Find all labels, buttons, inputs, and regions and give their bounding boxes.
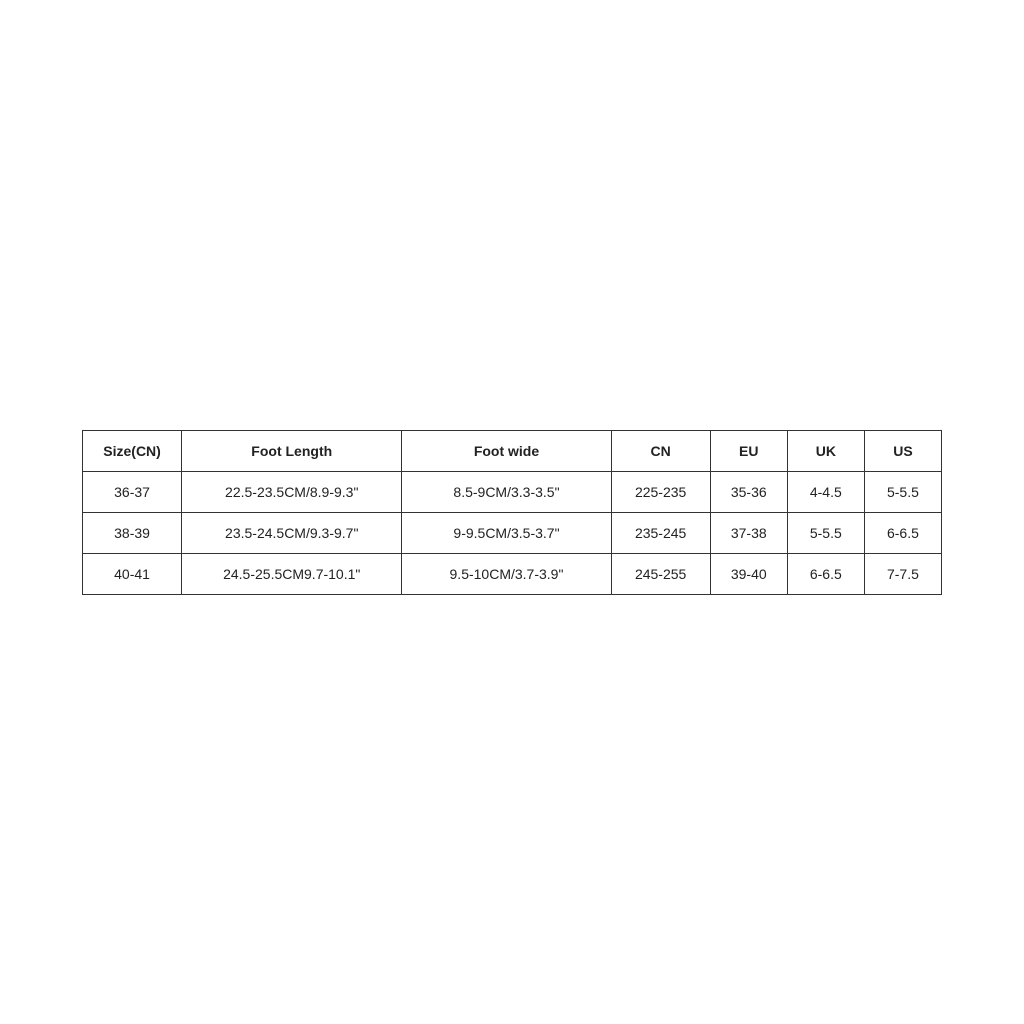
header-foot-length: Foot Length — [182, 430, 402, 471]
cell-size-cn: 36-37 — [83, 471, 182, 512]
cell-cn: 245-255 — [611, 553, 710, 594]
size-chart-table: Size(CN) Foot Length Foot wide CN EU UK … — [82, 430, 942, 595]
cell-size-cn: 38-39 — [83, 512, 182, 553]
cell-uk: 4-4.5 — [787, 471, 864, 512]
cell-eu: 39-40 — [710, 553, 787, 594]
header-uk: UK — [787, 430, 864, 471]
cell-foot-wide: 9.5-10CM/3.7-3.9" — [402, 553, 611, 594]
cell-foot-length: 24.5-25.5CM9.7-10.1" — [182, 553, 402, 594]
header-cn: CN — [611, 430, 710, 471]
cell-size-cn: 40-41 — [83, 553, 182, 594]
cell-foot-length: 23.5-24.5CM/9.3-9.7" — [182, 512, 402, 553]
cell-cn: 225-235 — [611, 471, 710, 512]
header-foot-wide: Foot wide — [402, 430, 611, 471]
cell-foot-length: 22.5-23.5CM/8.9-9.3" — [182, 471, 402, 512]
cell-eu: 37-38 — [710, 512, 787, 553]
table-row: 36-3722.5-23.5CM/8.9-9.3"8.5-9CM/3.3-3.5… — [83, 471, 942, 512]
cell-eu: 35-36 — [710, 471, 787, 512]
cell-us: 6-6.5 — [864, 512, 941, 553]
table-header-row: Size(CN) Foot Length Foot wide CN EU UK … — [83, 430, 942, 471]
header-us: US — [864, 430, 941, 471]
size-chart-container: Size(CN) Foot Length Foot wide CN EU UK … — [82, 430, 942, 595]
header-size-cn: Size(CN) — [83, 430, 182, 471]
cell-us: 5-5.5 — [864, 471, 941, 512]
cell-uk: 5-5.5 — [787, 512, 864, 553]
header-eu: EU — [710, 430, 787, 471]
table-row: 40-4124.5-25.5CM9.7-10.1"9.5-10CM/3.7-3.… — [83, 553, 942, 594]
cell-foot-wide: 9-9.5CM/3.5-3.7" — [402, 512, 611, 553]
cell-foot-wide: 8.5-9CM/3.3-3.5" — [402, 471, 611, 512]
table-row: 38-3923.5-24.5CM/9.3-9.7"9-9.5CM/3.5-3.7… — [83, 512, 942, 553]
cell-uk: 6-6.5 — [787, 553, 864, 594]
cell-cn: 235-245 — [611, 512, 710, 553]
cell-us: 7-7.5 — [864, 553, 941, 594]
